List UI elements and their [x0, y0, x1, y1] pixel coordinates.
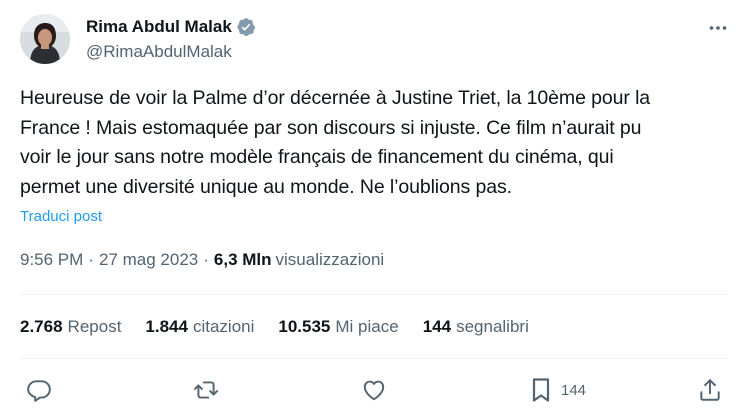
user-handle[interactable]: @RimaAbdulMalak: [86, 41, 256, 63]
engagement-stats: 2.768 Repost 1.844 citazioni 10.535 Mi piac…: [20, 316, 553, 338]
repost-icon: [192, 377, 220, 403]
stat-value: 2.768: [20, 317, 63, 336]
more-options-icon[interactable]: [706, 16, 730, 40]
name-row: Rima Abdul Malak: [86, 16, 256, 38]
stat-label: Repost: [67, 317, 122, 336]
meta-separator: ·: [88, 250, 94, 269]
bookmark-icon: [529, 376, 553, 404]
author-block: Rima Abdul Malak @RimaAbdulMalak: [86, 16, 256, 63]
tweet-text: Heureuse de voir la Palme d’or décernée …: [20, 87, 651, 198]
stat-likes[interactable]: 10.535 Mi piace: [278, 316, 398, 338]
tweet-metadata: 9:56 PM · 27 mag 2023 · 6,3 Mln visualiz…: [20, 249, 384, 271]
stat-quotes[interactable]: 1.844 citazioni: [145, 316, 254, 338]
meta-separator: ·: [203, 250, 209, 269]
bookmark-count: 144: [561, 381, 587, 399]
tweet-date[interactable]: 27 mag 2023: [99, 249, 198, 271]
stat-value: 1.844: [145, 317, 188, 336]
stat-label: citazioni: [192, 317, 255, 336]
stat-value: 10.535: [278, 317, 331, 336]
repost-button[interactable]: [192, 372, 220, 408]
stat-reposts[interactable]: 2.768 Repost: [20, 316, 121, 338]
display-name[interactable]: Rima Abdul Malak: [86, 16, 232, 38]
stat-value: 144: [422, 317, 452, 336]
reply-icon: [26, 377, 52, 403]
tweet-time[interactable]: 9:56 PM: [20, 249, 83, 271]
stat-bookmarks[interactable]: 144 segnalibri: [423, 316, 529, 338]
divider: [20, 358, 728, 359]
views-label: visualizzazioni: [275, 250, 385, 269]
tweet-detail: Rima Abdul Malak @RimaAbdulMalak Heureus…: [0, 0, 748, 418]
bookmark-button[interactable]: 144: [529, 372, 586, 408]
divider: [20, 294, 728, 295]
like-icon: [361, 377, 387, 403]
stat-label: Mi piace: [335, 317, 399, 336]
share-button[interactable]: [697, 372, 723, 408]
share-icon: [697, 377, 723, 403]
action-bar: 144: [0, 372, 748, 408]
translate-post-link[interactable]: Traduci post: [20, 207, 102, 227]
verified-badge-icon[interactable]: [236, 17, 256, 37]
stat-label: segnalibri: [456, 317, 529, 336]
views-count: 6,3 Mln: [213, 250, 272, 269]
avatar[interactable]: [20, 14, 70, 64]
like-button[interactable]: [361, 372, 387, 408]
reply-button[interactable]: [26, 372, 52, 408]
